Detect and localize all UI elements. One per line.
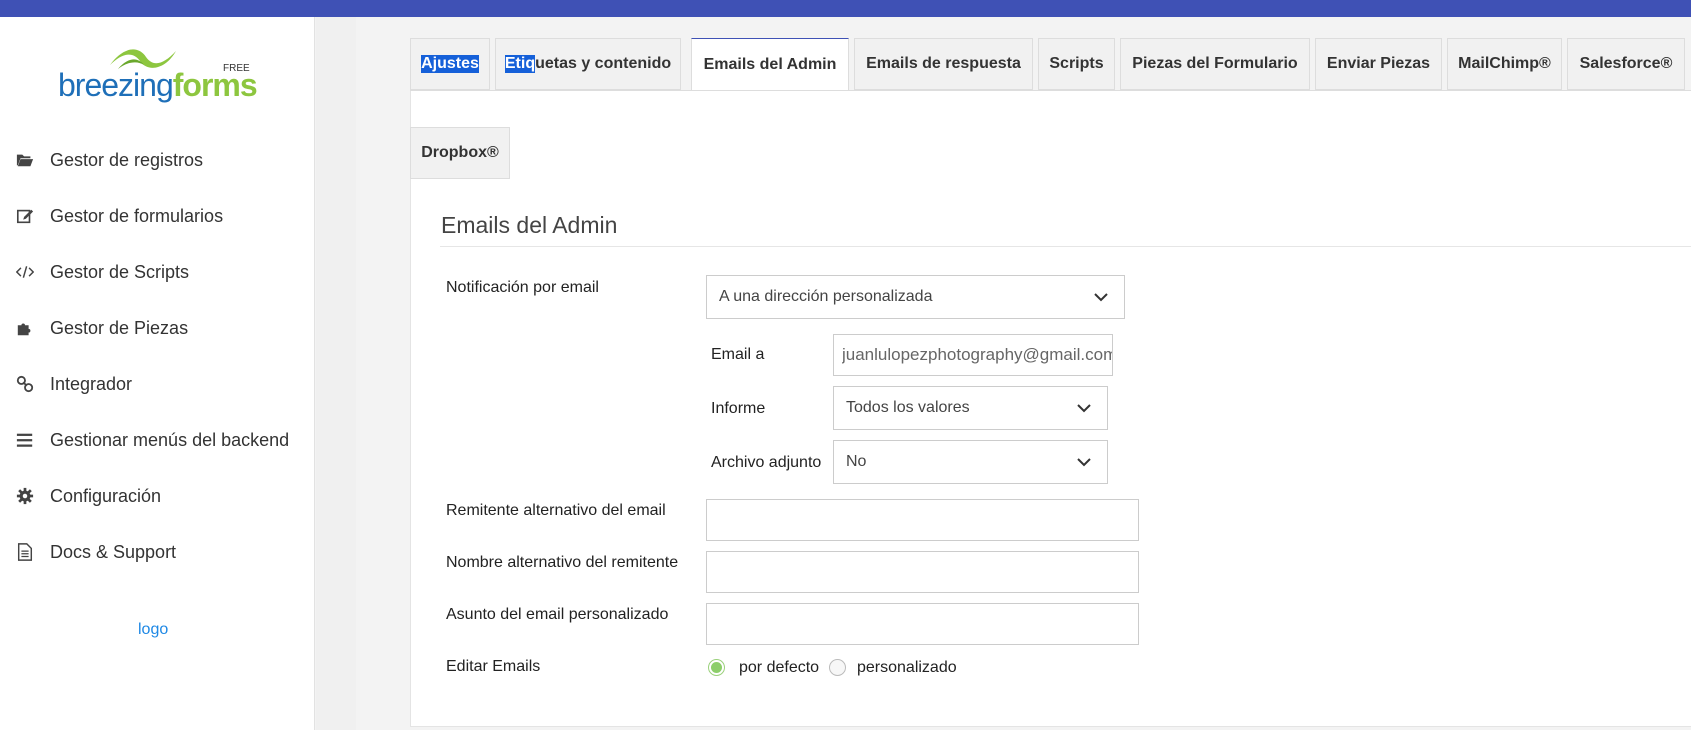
chevron-down-icon bbox=[1077, 458, 1091, 467]
edit-emails-label: Editar Emails bbox=[446, 658, 541, 675]
report-select[interactable]: Todos los valores bbox=[833, 386, 1108, 430]
document-icon bbox=[14, 542, 36, 562]
custom-subject-label: Asunto del email personalizado bbox=[446, 606, 669, 623]
brand-edition: FREE bbox=[223, 63, 250, 74]
sidebar-item-scripts[interactable]: Gestor de Scripts bbox=[14, 257, 304, 287]
code-icon bbox=[14, 262, 36, 282]
tab-labels-content[interactable]: Etiq uetas y contenido bbox=[495, 38, 681, 90]
tab-settings[interactable]: Ajustes bbox=[410, 38, 490, 90]
radio-default[interactable] bbox=[708, 659, 725, 676]
tab-label: Emails del Admin bbox=[703, 56, 837, 73]
sidebar-item-integrator[interactable]: Integrador bbox=[14, 369, 304, 399]
logo-link[interactable]: logo bbox=[138, 621, 168, 639]
bars-icon bbox=[14, 430, 36, 450]
tab-label: MailChimp® bbox=[1458, 55, 1551, 72]
alt-sender-label: Remitente alternativo del email bbox=[446, 502, 666, 519]
brand-logo[interactable]: breezingforms FREE bbox=[58, 43, 258, 105]
tab-label: Ajustes bbox=[421, 55, 479, 73]
sidebar-item-label: Docs & Support bbox=[50, 541, 177, 562]
sidebar: breezingforms FREE Gestor de registros G… bbox=[0, 17, 315, 730]
tab-scripts[interactable]: Scripts bbox=[1038, 38, 1115, 90]
custom-subject-input[interactable] bbox=[706, 603, 1139, 645]
sidebar-item-label: Gestor de Scripts bbox=[50, 261, 190, 282]
attachment-select[interactable]: No bbox=[833, 440, 1108, 484]
alt-sender-name-input[interactable] bbox=[706, 551, 1139, 593]
sidebar-item-label: Gestor de registros bbox=[50, 149, 204, 170]
tab-admin-emails[interactable]: Emails del Admin bbox=[691, 38, 849, 92]
chevron-down-icon bbox=[1077, 404, 1091, 413]
edit-icon bbox=[14, 206, 36, 226]
folder-open-icon bbox=[14, 150, 36, 170]
radio-default-label[interactable]: por defecto bbox=[739, 659, 819, 677]
section-title: Emails del Admin bbox=[441, 212, 618, 238]
gutter bbox=[316, 17, 356, 730]
sidebar-item-label: Gestionar menús del backend bbox=[50, 429, 290, 450]
report-label: Informe bbox=[711, 400, 766, 417]
sidebar-item-records[interactable]: Gestor de registros bbox=[14, 145, 304, 175]
gear-icon bbox=[14, 486, 36, 506]
puzzle-icon bbox=[14, 318, 36, 338]
brand-name-part1: breezing bbox=[58, 67, 174, 103]
chevron-down-icon bbox=[1094, 293, 1108, 302]
radio-custom[interactable] bbox=[829, 659, 846, 676]
sidebar-item-forms[interactable]: Gestor de formularios bbox=[14, 201, 304, 231]
tab-label: Dropbox® bbox=[421, 144, 499, 161]
top-bar bbox=[0, 0, 1691, 17]
tab-label: Emails de respuesta bbox=[866, 55, 1021, 72]
tab-salesforce[interactable]: Salesforce® bbox=[1567, 38, 1685, 90]
link-icon bbox=[14, 374, 36, 394]
tab-label: Salesforce® bbox=[1579, 55, 1673, 72]
sidebar-item-label: Configuración bbox=[50, 485, 162, 506]
notification-select-value: A una dirección personalizada bbox=[719, 288, 933, 305]
sidebar-item-label: Integrador bbox=[50, 373, 133, 394]
tab-label-selected: Etiq bbox=[504, 55, 536, 73]
sidebar-item-docs-support[interactable]: Docs & Support bbox=[14, 537, 304, 567]
tab-label: Scripts bbox=[1049, 55, 1104, 72]
tab-mailchimp[interactable]: MailChimp® bbox=[1447, 38, 1562, 90]
alt-sender-input[interactable] bbox=[706, 499, 1139, 541]
attachment-label: Archivo adjunto bbox=[711, 454, 822, 471]
sidebar-item-pieces[interactable]: Gestor de Piezas bbox=[14, 313, 304, 343]
report-select-value: Todos los valores bbox=[846, 399, 970, 416]
tab-submit-pieces[interactable]: Enviar Piezas bbox=[1315, 38, 1442, 90]
notification-label: Notificación por email bbox=[446, 279, 599, 296]
tab-label-rest: uetas y contenido bbox=[535, 55, 672, 72]
sidebar-item-label: Gestor de Piezas bbox=[50, 317, 189, 338]
tab-form-pieces[interactable]: Piezas del Formulario bbox=[1120, 38, 1310, 90]
email-to-input[interactable] bbox=[833, 334, 1113, 376]
alt-sender-name-label: Nombre alternativo del remitente bbox=[446, 554, 679, 571]
section-divider bbox=[440, 246, 1691, 247]
tab-label: Piezas del Formulario bbox=[1132, 55, 1298, 72]
email-to-label: Email a bbox=[711, 346, 765, 363]
attachment-select-value: No bbox=[846, 453, 867, 470]
tab-reply-emails[interactable]: Emails de respuesta bbox=[854, 38, 1033, 90]
sidebar-item-label: Gestor de formularios bbox=[50, 205, 224, 226]
sidebar-item-backend-menus[interactable]: Gestionar menús del backend bbox=[14, 425, 304, 455]
tab-dropbox[interactable]: Dropbox® bbox=[410, 127, 510, 179]
tab-label: Enviar Piezas bbox=[1326, 55, 1431, 72]
sidebar-item-configuration[interactable]: Configuración bbox=[14, 481, 304, 511]
notification-select[interactable]: A una dirección personalizada bbox=[706, 275, 1125, 319]
radio-custom-label[interactable]: personalizado bbox=[857, 659, 957, 677]
